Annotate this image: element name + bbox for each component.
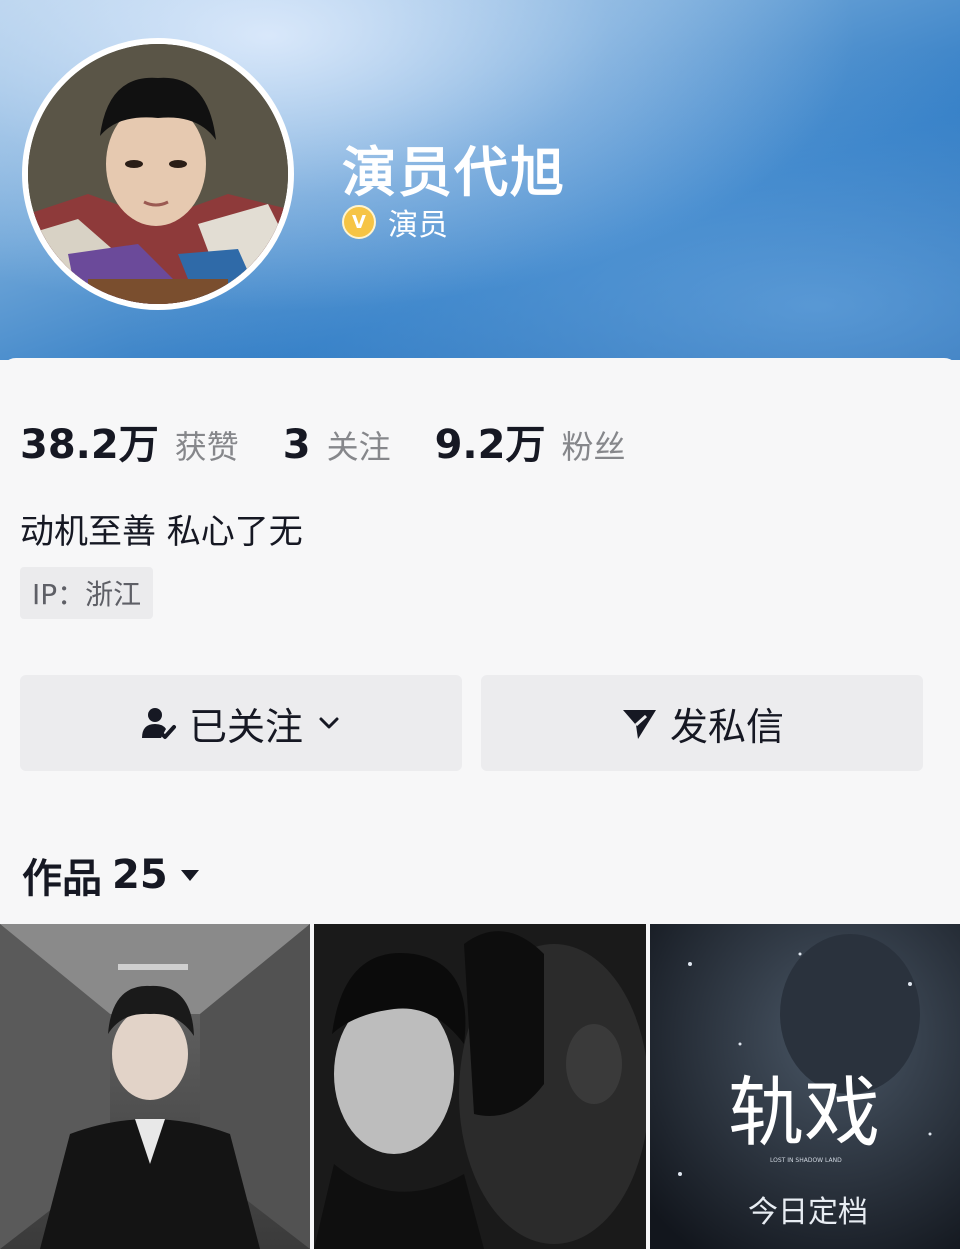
profile-name: 演员代旭 — [342, 141, 566, 204]
works-grid: 轨戏 LOST IN SHADOW LAND 今日定档 — [0, 924, 960, 1249]
caret-down-icon — [180, 870, 199, 881]
followers-count[interactable]: 9.2万 — [435, 412, 546, 470]
send-icon — [622, 710, 656, 739]
thumbnail-3-small-text: LOST IN SHADOW LAND — [770, 1157, 842, 1164]
thumbnail-image-1 — [0, 924, 310, 1249]
followed-button-label: 已关注 — [188, 704, 303, 749]
stats-row: 38.2万 获赞 3 关注 9.2万 粉丝 — [20, 412, 669, 470]
verification-row: V 演员 — [342, 200, 448, 244]
works-count: 25 — [112, 852, 168, 898]
followed-button[interactable]: 已关注 — [20, 675, 462, 771]
works-label: 作品 — [22, 856, 102, 902]
avatar[interactable] — [22, 38, 294, 310]
following-count[interactable]: 3 — [283, 422, 311, 468]
video-thumbnail-1[interactable] — [0, 924, 310, 1249]
ip-location-tag: IP：浙江 — [20, 567, 154, 619]
thumbnail-3-subtitle: 今日定档 — [748, 1195, 868, 1230]
likes-count[interactable]: 38.2万 — [20, 412, 159, 470]
thumbnail-3-title: 轨戏 — [728, 1068, 880, 1157]
avatar-portrait — [28, 44, 288, 304]
verification-label: 演员 — [388, 208, 448, 243]
send-message-label: 发私信 — [669, 704, 784, 749]
thumbnail-image-3: 轨戏 LOST IN SHADOW LAND 今日定档 — [650, 924, 960, 1249]
video-thumbnail-3[interactable]: 轨戏 LOST IN SHADOW LAND 今日定档 — [650, 924, 960, 1249]
video-thumbnail-2[interactable] — [314, 924, 646, 1249]
works-tab[interactable]: 作品 25 — [22, 846, 202, 904]
profile-bio: 动机至善 私心了无 — [20, 512, 303, 552]
thumbnail-image-2 — [314, 924, 646, 1249]
send-message-button[interactable]: 发私信 — [481, 675, 923, 771]
likes-label: 获赞 — [174, 428, 239, 466]
chevron-down-icon — [319, 717, 339, 729]
user-check-icon — [141, 708, 176, 739]
followers-label: 粉丝 — [561, 428, 626, 466]
verified-v-icon: V — [342, 205, 376, 239]
following-label: 关注 — [326, 428, 391, 466]
